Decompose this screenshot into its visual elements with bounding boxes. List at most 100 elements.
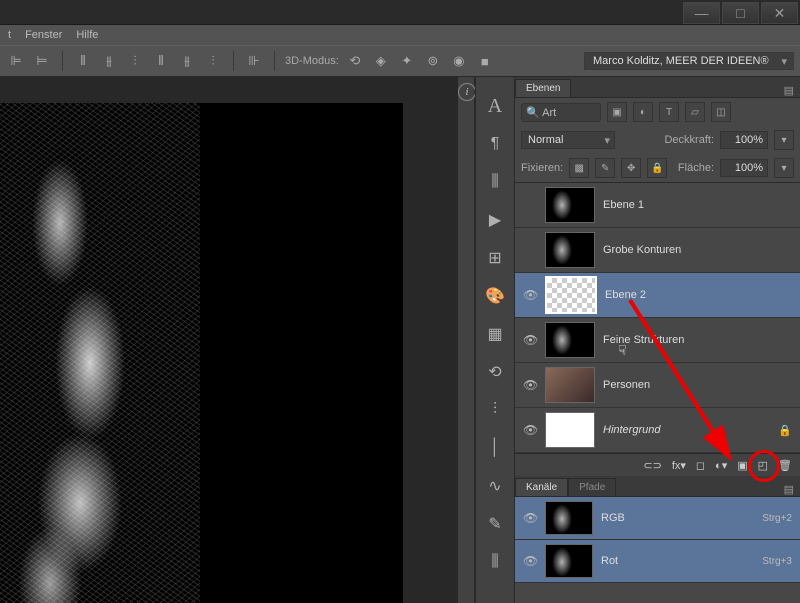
canvas[interactable]: [0, 103, 403, 603]
channel-thumbnail[interactable]: [545, 544, 593, 578]
layer-thumbnail[interactable]: [545, 232, 595, 268]
lock-icon[interactable]: 🔒: [778, 424, 792, 437]
tool-icon[interactable]: ⫼: [482, 549, 508, 575]
channel-row[interactable]: 👁 RGB Strg+2: [515, 497, 800, 540]
visibility-icon[interactable]: 👁: [523, 511, 537, 525]
layer-name[interactable]: Ebene 1: [603, 199, 644, 211]
blend-mode-dropdown[interactable]: Normal: [521, 131, 615, 149]
layer-name[interactable]: Ebene 2: [605, 289, 646, 301]
layer-row[interactable]: 👁 Hintergrund 🔒: [515, 408, 800, 453]
tool-icon[interactable]: │: [482, 435, 508, 461]
adjustment-icon[interactable]: ◐▾: [715, 459, 727, 472]
visibility-icon[interactable]: 👁: [523, 554, 537, 568]
layer-row[interactable]: Ebene 1: [515, 183, 800, 228]
panel-menu-icon[interactable]: ▤: [778, 84, 800, 97]
tool-icon[interactable]: ⫼: [482, 169, 508, 195]
distribute-icon[interactable]: ⊪: [244, 51, 264, 71]
layer-row[interactable]: Grobe Konturen: [515, 228, 800, 273]
menu-item[interactable]: t: [8, 29, 11, 41]
tool-icon[interactable]: ∿: [482, 473, 508, 499]
chevron-down-icon[interactable]: ▾: [774, 130, 794, 150]
3d-icon[interactable]: ◈: [371, 51, 391, 71]
3d-orbit-icon[interactable]: ⟲: [345, 51, 365, 71]
layer-name[interactable]: Personen: [603, 379, 650, 391]
3d-icon[interactable]: ◉: [449, 51, 469, 71]
lock-transparency-icon[interactable]: ▩: [569, 158, 589, 178]
layer-name[interactable]: Grobe Konturen: [603, 244, 681, 256]
layer-name[interactable]: Hintergrund: [603, 424, 660, 436]
opacity-input[interactable]: 100%: [720, 131, 768, 149]
visibility-icon[interactable]: 👁: [523, 288, 537, 302]
group-icon[interactable]: ▣: [737, 459, 747, 472]
tab-kanaele[interactable]: Kanäle: [515, 478, 568, 496]
distribute-icon[interactable]: ⫵: [99, 51, 119, 71]
layer-name[interactable]: Feine Strukturen: [603, 334, 684, 346]
panel-menu-icon[interactable]: ▤: [778, 483, 800, 496]
filter-image-icon[interactable]: ▣: [607, 102, 627, 122]
tool-icon[interactable]: A: [482, 93, 508, 119]
3d-icon[interactable]: ⊚: [423, 51, 443, 71]
tool-icon[interactable]: ⫶: [482, 397, 508, 423]
tab-ebenen[interactable]: Ebenen: [515, 79, 571, 97]
filter-adjust-icon[interactable]: ◐: [633, 102, 653, 122]
filter-smart-icon[interactable]: ◫: [711, 102, 731, 122]
lock-brush-icon[interactable]: ✎: [595, 158, 615, 178]
channel-thumbnail[interactable]: [545, 501, 593, 535]
visibility-icon[interactable]: 👁: [523, 378, 537, 392]
layer-thumbnail[interactable]: [545, 412, 595, 448]
lock-all-icon[interactable]: 🔒: [647, 158, 667, 178]
distribute-icon[interactable]: ⫴: [73, 51, 93, 71]
brush-icon[interactable]: ✎: [482, 511, 508, 537]
filter-shape-icon[interactable]: ▱: [685, 102, 705, 122]
maximize-button[interactable]: □: [722, 2, 759, 24]
mask-icon[interactable]: ◻: [696, 459, 705, 472]
layer-thumbnail[interactable]: [545, 187, 595, 223]
new-layer-icon[interactable]: ◰: [758, 459, 768, 472]
trash-icon[interactable]: 🗑: [778, 459, 792, 472]
3d-icon[interactable]: ✦: [397, 51, 417, 71]
channel-shortcut: Strg+3: [762, 556, 792, 567]
collapsed-panel[interactable]: i: [458, 77, 475, 603]
canvas-area[interactable]: [0, 77, 458, 603]
layer-row[interactable]: 👁 Feine Strukturen: [515, 318, 800, 363]
layer-thumbnail[interactable]: [545, 322, 595, 358]
tool-icon[interactable]: ⊞: [482, 245, 508, 271]
minimize-button[interactable]: —: [683, 2, 720, 24]
user-dropdown[interactable]: Marco Kolditz, MEER DER IDEEN®: [584, 52, 794, 70]
layer-row[interactable]: 👁 Personen: [515, 363, 800, 408]
visibility-icon[interactable]: 👁: [523, 333, 537, 347]
layer-thumbnail[interactable]: [545, 276, 597, 314]
distribute-icon[interactable]: ⫶: [203, 51, 223, 71]
align-icon[interactable]: ⊫: [6, 51, 26, 71]
sync-icon[interactable]: ⟲: [482, 359, 508, 385]
layer-thumbnail[interactable]: [545, 367, 595, 403]
layer-row[interactable]: 👁 Ebene 2: [515, 273, 800, 318]
visibility-icon[interactable]: [523, 198, 537, 212]
link-icon[interactable]: ⊂⊃: [643, 459, 661, 472]
distribute-icon[interactable]: ⫶: [125, 51, 145, 71]
channel-row[interactable]: 👁 Rot Strg+3: [515, 540, 800, 583]
layer-filter-search[interactable]: 🔍 Art: [521, 103, 601, 122]
channel-shortcut: Strg+2: [762, 513, 792, 524]
visibility-icon[interactable]: 👁: [523, 423, 537, 437]
fx-icon[interactable]: fx▾: [672, 459, 686, 472]
close-button[interactable]: ✕: [761, 2, 798, 24]
menu-hilfe[interactable]: Hilfe: [76, 29, 98, 41]
swatches-icon[interactable]: ▦: [482, 321, 508, 347]
play-icon[interactable]: ▶: [482, 207, 508, 233]
lock-move-icon[interactable]: ✥: [621, 158, 641, 178]
layers-bottom-bar: ⊂⊃ fx▾ ◻ ◐▾ ▣ ◰ 🗑: [515, 453, 800, 476]
fill-input[interactable]: 100%: [720, 159, 768, 177]
palette-icon[interactable]: 🎨: [482, 283, 508, 309]
menu-fenster[interactable]: Fenster: [25, 29, 62, 41]
tool-icon[interactable]: ¶: [482, 131, 508, 157]
visibility-icon[interactable]: [523, 243, 537, 257]
distribute-icon[interactable]: ⫴: [151, 51, 171, 71]
channels-tabs: Kanäle Pfade ▤: [515, 476, 800, 497]
distribute-icon[interactable]: ⫵: [177, 51, 197, 71]
tab-pfade[interactable]: Pfade: [568, 478, 616, 496]
3d-icon[interactable]: ■: [475, 51, 495, 71]
align-icon[interactable]: ⊨: [32, 51, 52, 71]
filter-type-icon[interactable]: T: [659, 102, 679, 122]
chevron-down-icon[interactable]: ▾: [774, 158, 794, 178]
